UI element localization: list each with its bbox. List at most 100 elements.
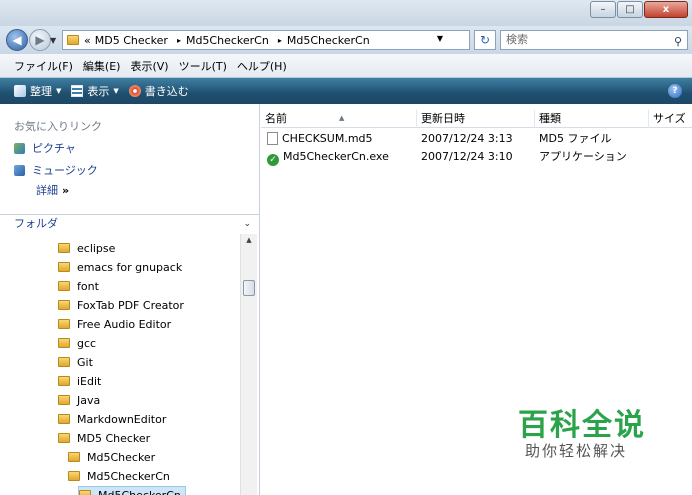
scroll-thumb[interactable] xyxy=(243,280,255,296)
column-name-label: 名前 xyxy=(265,112,287,125)
tree-item-label: Md5Checker xyxy=(87,450,156,464)
folder-icon xyxy=(58,357,70,367)
organize-button[interactable]: 整理 ▼ xyxy=(14,83,61,99)
tree-scrollbar[interactable]: ▲ xyxy=(240,234,257,495)
breadcrumb-current[interactable]: Md5CheckerCn xyxy=(287,34,370,47)
organize-label: 整理 xyxy=(30,85,52,98)
chevron-down-icon: ▼ xyxy=(113,87,119,95)
back-button[interactable]: ◀ xyxy=(6,29,28,51)
tree-item[interactable]: Md5CheckerCn xyxy=(78,486,186,495)
more-links[interactable]: 詳細 » xyxy=(36,182,69,198)
file-row[interactable]: CHECKSUM.md5 2007/12/24 3:13 MD5 ファイル xyxy=(261,130,692,148)
breadcrumb-md5-checker[interactable]: MD5 Checker xyxy=(95,34,168,47)
tree-item[interactable]: Java xyxy=(58,391,100,409)
folder-icon xyxy=(58,414,70,424)
favorite-pictures[interactable]: ピクチャ xyxy=(14,140,76,156)
tree-item[interactable]: gcc xyxy=(58,334,96,352)
file-date: 2007/12/24 3:10 xyxy=(421,150,513,163)
tree-item[interactable]: eclipse xyxy=(58,239,115,257)
chevron-down-icon: ▼ xyxy=(56,87,62,95)
favorite-music[interactable]: ミュージック xyxy=(14,162,98,178)
file-name-cell: CHECKSUM.md5 xyxy=(267,130,373,148)
watermark-title: 百科全说 xyxy=(518,408,646,443)
help-icon[interactable]: ? xyxy=(668,84,682,98)
double-chevron-icon: » xyxy=(62,184,70,197)
column-header-type[interactable]: 種類 xyxy=(535,110,649,128)
tree-item-label: eclipse xyxy=(77,241,116,255)
title-bar: – □ x xyxy=(0,0,692,26)
document-icon xyxy=(267,132,278,145)
folder-icon xyxy=(58,281,70,291)
tree-item-label: MarkdownEditor xyxy=(77,412,167,426)
burn-button[interactable]: 書き込む xyxy=(128,83,189,99)
views-button[interactable]: 表示 ▼ xyxy=(71,83,119,99)
column-header-name[interactable]: 名前 ▲ xyxy=(261,110,417,128)
tree-item-label: Md5CheckerCn xyxy=(98,488,181,495)
address-row: ◀ ▶ ▼ « MD5 Checker ▸ Md5CheckerCn ▸ Md5… xyxy=(0,26,692,54)
menu-edit[interactable]: 編集(E) xyxy=(83,58,121,74)
history-dropdown-icon[interactable]: ▼ xyxy=(50,36,56,45)
tree-item-label: emacs for gnupack xyxy=(77,260,183,274)
breadcrumb-separator-icon[interactable]: ▸ xyxy=(177,36,181,45)
views-icon xyxy=(71,85,84,97)
tree-item-label: Git xyxy=(77,355,93,369)
back-arrow-icon: ◀ xyxy=(12,33,22,47)
tree-item[interactable]: font xyxy=(58,277,99,295)
scroll-up-icon[interactable]: ▲ xyxy=(241,236,257,244)
tree-item-label: MD5 Checker xyxy=(77,431,151,445)
tree-item[interactable]: MD5 Checker xyxy=(58,429,150,447)
tree-item[interactable]: Md5CheckerCn xyxy=(68,467,170,485)
search-input[interactable]: 検索 ⚲ xyxy=(500,30,688,50)
address-dropdown-icon[interactable]: ▼ xyxy=(437,34,443,43)
column-header-date[interactable]: 更新日時 xyxy=(417,110,535,128)
forward-button[interactable]: ▶ xyxy=(29,29,51,51)
tree-item[interactable]: MarkdownEditor xyxy=(58,410,166,428)
favorite-music-label: ミュージック xyxy=(32,164,98,177)
menu-tools[interactable]: ツール(T) xyxy=(179,58,227,74)
forward-arrow-icon: ▶ xyxy=(35,33,45,47)
tree-item[interactable]: emacs for gnupack xyxy=(58,258,182,276)
breadcrumb-overflow[interactable]: « xyxy=(84,34,91,47)
folder-icon xyxy=(58,300,70,310)
tree-item[interactable]: Git xyxy=(58,353,93,371)
tree-item-label: FoxTab PDF Creator xyxy=(77,298,184,312)
folders-label: フォルダ xyxy=(14,217,58,230)
refresh-button[interactable]: ↻ xyxy=(474,30,496,50)
breadcrumb-md5checkercn[interactable]: Md5CheckerCn xyxy=(186,34,269,47)
menu-bar: ファイル(F) 編集(E) 表示(V) ツール(T) ヘルプ(H) xyxy=(0,54,692,78)
burn-disc-icon xyxy=(128,85,141,97)
maximize-button[interactable]: □ xyxy=(617,1,643,18)
tree-item-label: gcc xyxy=(77,336,97,350)
tree-item[interactable]: Free Audio Editor xyxy=(58,315,171,333)
folder-icon xyxy=(68,452,80,462)
search-icon[interactable]: ⚲ xyxy=(674,33,682,51)
column-header-size[interactable]: サイズ xyxy=(649,110,692,128)
tree-item-label: font xyxy=(77,279,99,293)
folder-icon xyxy=(67,35,79,45)
menu-view[interactable]: 表示(V) xyxy=(130,58,168,74)
minimize-button[interactable]: – xyxy=(590,1,616,18)
favorites-heading: お気に入りリンク xyxy=(14,120,102,133)
folders-header[interactable]: フォルダ ⌄ xyxy=(0,214,259,234)
breadcrumb-separator-icon[interactable]: ▸ xyxy=(278,36,282,45)
folder-icon xyxy=(58,262,70,272)
folder-icon xyxy=(58,338,70,348)
tree-item[interactable]: iEdit xyxy=(58,372,101,390)
file-type: アプリケーション xyxy=(539,150,627,163)
file-date: 2007/12/24 3:13 xyxy=(421,132,513,145)
menu-file[interactable]: ファイル(F) xyxy=(14,58,73,74)
search-placeholder: 検索 xyxy=(506,33,528,46)
tree-item[interactable]: Md5Checker xyxy=(68,448,155,466)
file-row[interactable]: ✓ Md5CheckerCn.exe 2007/12/24 3:10 アプリケーション xyxy=(261,148,692,166)
tree-item[interactable]: FoxTab PDF Creator xyxy=(58,296,184,314)
command-toolbar: 整理 ▼ 表示 ▼ 書き込む ? xyxy=(0,78,692,104)
chevron-down-icon: ⌄ xyxy=(243,219,251,229)
tree-item-label: Free Audio Editor xyxy=(77,317,172,331)
navigation-pane: お気に入りリンク ピクチャ ミュージック 詳細» フォルダ ⌄ eclipse e… xyxy=(0,104,260,495)
tree-item-label: iEdit xyxy=(77,374,102,388)
folder-icon xyxy=(58,433,70,443)
menu-help[interactable]: ヘルプ(H) xyxy=(237,58,287,74)
close-button[interactable]: x xyxy=(644,1,688,18)
folder-icon xyxy=(68,471,80,481)
address-bar[interactable]: « MD5 Checker ▸ Md5CheckerCn ▸ Md5Checke… xyxy=(62,30,470,50)
